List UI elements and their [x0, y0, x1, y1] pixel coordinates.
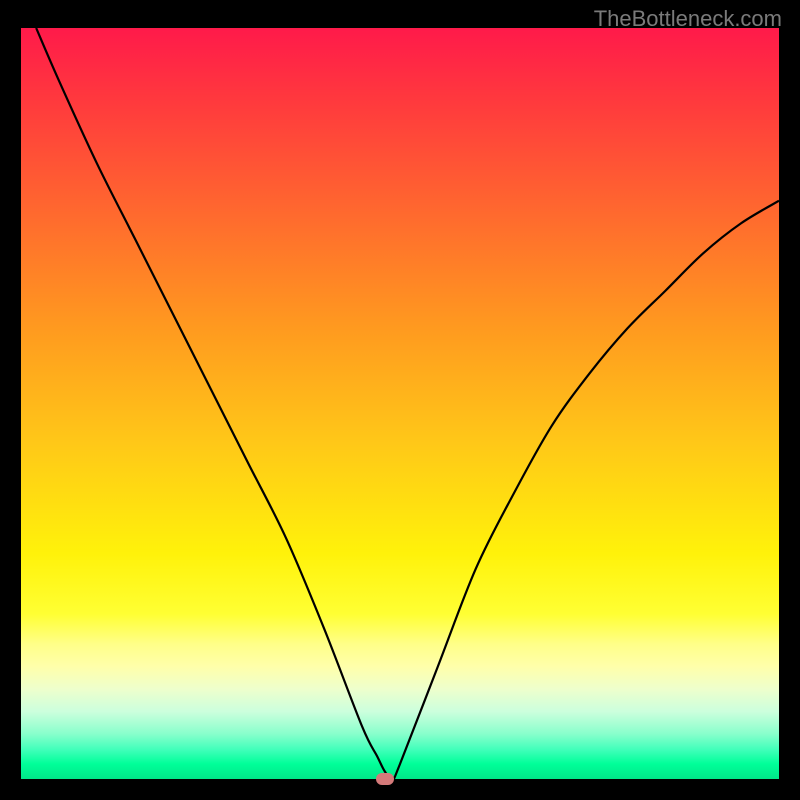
watermark-text: TheBottleneck.com	[594, 6, 782, 32]
bottleneck-curve	[21, 28, 779, 779]
chart-plot-area	[21, 28, 779, 779]
minimum-marker	[376, 773, 394, 785]
